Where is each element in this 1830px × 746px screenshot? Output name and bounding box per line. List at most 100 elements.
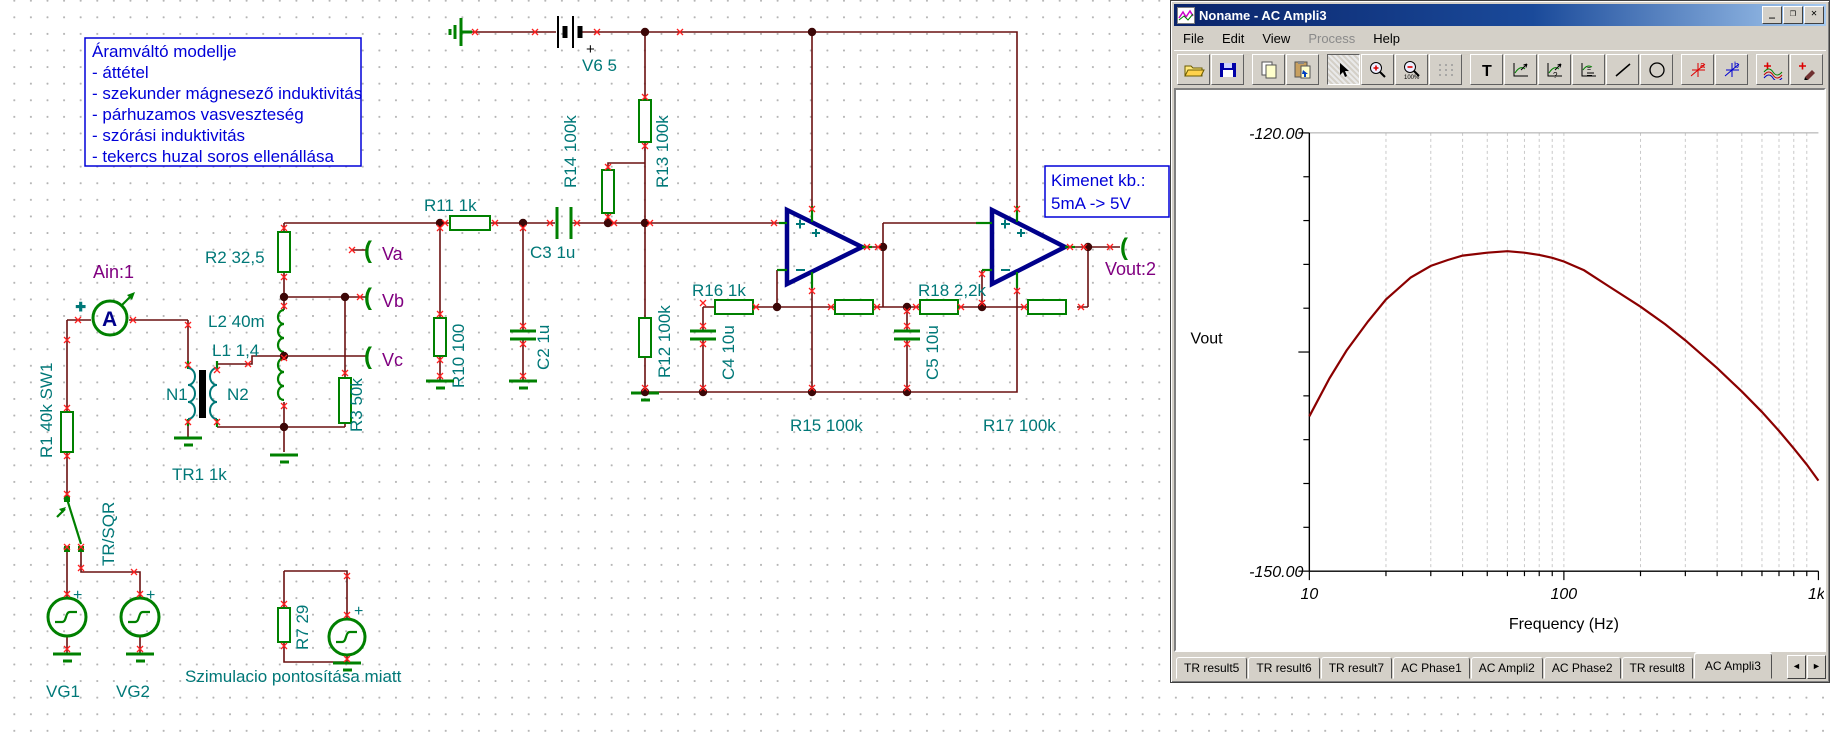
label-l2: L2 40m [208,312,265,331]
resistor-r18[interactable] [919,299,959,315]
svg-text:(: ( [1120,234,1128,261]
marker-icon[interactable] [1790,54,1823,85]
battery-v6[interactable]: + [557,16,595,58]
label-r16: R16 1k [692,281,746,300]
inductor-l2[interactable] [276,308,285,354]
cursor-a-icon[interactable]: a [1681,54,1714,85]
titlebar[interactable]: Noname - AC Ampli3 _ ❒ ✕ [1174,4,1826,26]
opamp-2[interactable] [976,206,1075,288]
svg-text:(: ( [364,284,372,311]
transformer-tr1[interactable] [186,361,219,427]
annotation-line: - tekercs huzal soros ellenállása [92,147,334,166]
terminal-va[interactable]: ( [364,237,372,264]
resistor-r15[interactable] [834,299,874,315]
svg-text:b: b [1734,60,1739,70]
resistor-r14[interactable] [601,169,615,214]
label-r10: R10 100 [449,324,468,388]
resistor-r13[interactable] [638,99,652,143]
tab-tr-result7[interactable]: TR result7 [1320,657,1393,679]
resistor-r12[interactable] [638,317,652,358]
tab-ac-phase2[interactable]: AC Phase2 [1543,657,1621,679]
tab-ac-phase1[interactable]: AC Phase1 [1393,657,1470,679]
capacitor-c5[interactable] [894,329,920,341]
open-icon[interactable] [1177,54,1210,85]
diagram-window: Noname - AC Ampli3 _ ❒ ✕ File Edit View … [1170,0,1830,683]
export-curve-a-icon[interactable] [1504,54,1537,85]
menu-view[interactable]: View [1253,28,1299,49]
menu-process: Process [1308,31,1356,46]
plot-area[interactable]: -120.00 -150.00 10 100 1k Vout Frequency… [1174,88,1826,652]
terminal-vc[interactable]: ( [364,343,372,370]
capacitor-c2[interactable] [510,329,536,341]
svg-text:100%: 100% [1404,75,1420,80]
x-axis-label: Frequency (Hz) [1509,616,1619,633]
label-r1: R1 40k SW1 [37,363,56,458]
resistor-r1[interactable] [60,411,74,453]
paste-icon[interactable] [1286,54,1319,85]
capacitor-c3[interactable] [555,207,573,239]
grid-icon [1429,54,1462,85]
terminal-vout[interactable]: ( [1120,234,1128,261]
select-cursor-icon[interactable] [1327,54,1360,85]
annotation-title: Áramváltó modellje [92,42,237,61]
x-tick-10: 10 [1300,586,1318,603]
tab-ac-ampli2[interactable]: AC Ampli2 [1470,657,1543,679]
capacitor-c4[interactable] [690,329,716,341]
menu-edit[interactable]: Edit [1213,28,1253,49]
close-button[interactable]: ✕ [1804,6,1824,24]
resistor-r16[interactable] [714,299,754,315]
text-icon[interactable]: T [1470,54,1503,85]
menubar: File Edit View Process Help [1174,27,1826,50]
export-curve-b-icon[interactable]: ? [1538,54,1571,85]
opamp-1[interactable] [777,206,872,288]
tab-ac-ampli3[interactable]: AC Ampli3 [1693,653,1772,679]
ellipse-icon[interactable] [1640,54,1673,85]
output-note-box[interactable]: Kimenet kb.: 5mA -> 5V [1044,165,1170,218]
zoom-out-icon[interactable]: 100% [1395,54,1428,85]
save-icon[interactable] [1211,54,1244,85]
resistor-r10[interactable] [433,317,447,357]
tab-tr-result6[interactable]: TR result6 [1248,657,1320,679]
svg-text:(: ( [364,237,372,264]
menu-help[interactable]: Help [1364,28,1409,49]
tab-scroll-right[interactable]: ► [1807,655,1826,679]
line-icon[interactable] [1606,54,1639,85]
resistor-r17[interactable] [1027,299,1067,315]
annotation-box[interactable]: Áramváltó modellje - áttétel - szekunder… [84,37,362,167]
label-r14: R14 100k [561,115,580,188]
inductor-l1[interactable] [276,356,285,402]
tab-tr-result8[interactable]: TR result8 [1621,657,1693,679]
tab-scroll-left[interactable]: ◄ [1787,655,1806,679]
minimize-button[interactable]: _ [1762,6,1782,24]
maximize-button[interactable]: ❒ [1783,6,1803,24]
label-r7: R7 29 [293,605,312,650]
x-tick-100: 100 [1551,586,1578,603]
label-vout: Vout:2 [1105,259,1156,279]
legend-icon[interactable]: = [1572,54,1605,85]
resistor-r2[interactable] [277,231,291,273]
label-r15: R15 100k [790,416,863,435]
cursor-b-icon[interactable]: b [1715,54,1748,85]
svg-text:(: ( [364,343,372,370]
label-ain: Ain:1 [93,262,134,282]
label-r17: R17 100k [983,416,1056,435]
terminal-vb[interactable]: ( [364,284,372,311]
label-c5: C5 10u [923,325,942,380]
y-axis-label: Vout [1191,331,1224,348]
y-tick-top: -120.00 [1249,126,1303,143]
ammeter[interactable]: A + [75,292,135,337]
add-curves-icon[interactable] [1756,54,1789,85]
zoom-in-icon[interactable] [1361,54,1394,85]
switch-sw1[interactable] [56,496,84,552]
plus-mark: + [146,587,155,604]
resistor-r7[interactable] [277,607,291,643]
svg-text:=: = [1587,66,1591,73]
label-r2: R2 32,5 [205,248,265,267]
copy-icon[interactable] [1252,54,1285,85]
tab-tr-result5[interactable]: TR result5 [1176,657,1248,679]
chart: -120.00 -150.00 10 100 1k Vout Frequency… [1191,126,1824,633]
label-vg1: VG1 [46,682,80,701]
label-sw-mode: TR/SQR [99,502,118,566]
menu-file[interactable]: File [1174,28,1213,49]
resistor-r11[interactable] [449,215,491,231]
